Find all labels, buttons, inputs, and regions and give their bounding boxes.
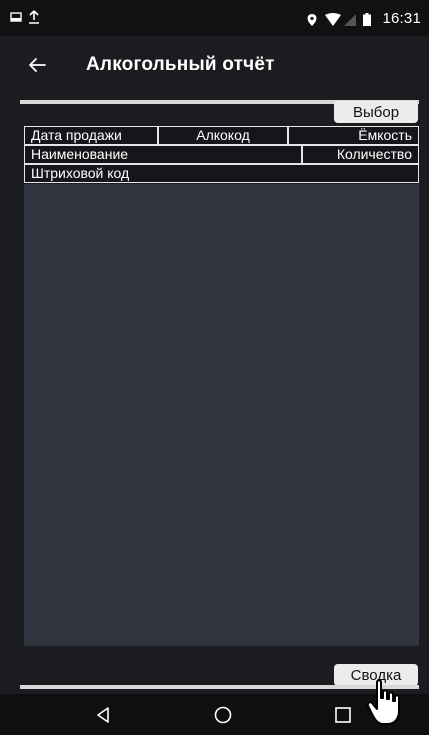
table-header: Дата продажи Алкокод Ёмкость Наименовани… xyxy=(24,126,419,183)
circle-home-icon xyxy=(214,706,232,724)
arrow-left-icon xyxy=(29,58,46,72)
nav-recents-button[interactable] xyxy=(330,702,356,728)
nav-back-button[interactable] xyxy=(90,702,116,728)
triangle-back-icon xyxy=(97,707,109,723)
column-header-quantity[interactable]: Количество xyxy=(302,145,419,164)
bottom-divider xyxy=(20,685,419,689)
column-header-barcode[interactable]: Штриховой код xyxy=(24,164,419,183)
status-time: 16:31 xyxy=(382,10,421,27)
column-header-sale-date[interactable]: Дата продажи xyxy=(24,126,158,145)
column-header-name[interactable]: Наименование xyxy=(24,145,302,164)
select-button[interactable]: Выбор xyxy=(334,101,418,123)
header-row-3: Штриховой код xyxy=(24,164,419,183)
upload-icon xyxy=(28,10,40,24)
header-row-2: Наименование Количество xyxy=(24,145,419,164)
page-title: Алкогольный отчёт xyxy=(86,54,275,75)
column-header-alcocode[interactable]: Алкокод xyxy=(158,126,288,145)
notification-icon xyxy=(10,10,22,22)
back-button[interactable] xyxy=(22,50,52,80)
signal-icon xyxy=(344,13,357,26)
column-header-volume[interactable]: Ёмкость xyxy=(288,126,419,145)
header-row-1: Дата продажи Алкокод Ёмкость xyxy=(24,126,419,145)
wifi-icon xyxy=(325,12,342,26)
battery-icon xyxy=(363,12,375,26)
app-toolbar: Алкогольный отчёт xyxy=(0,36,429,96)
report-list[interactable] xyxy=(24,184,419,646)
location-icon xyxy=(306,13,318,26)
nav-home-button[interactable] xyxy=(210,702,236,728)
square-recents-icon xyxy=(335,707,351,723)
hand-cursor-icon xyxy=(366,679,400,725)
status-bar: 16:31 xyxy=(0,0,429,36)
